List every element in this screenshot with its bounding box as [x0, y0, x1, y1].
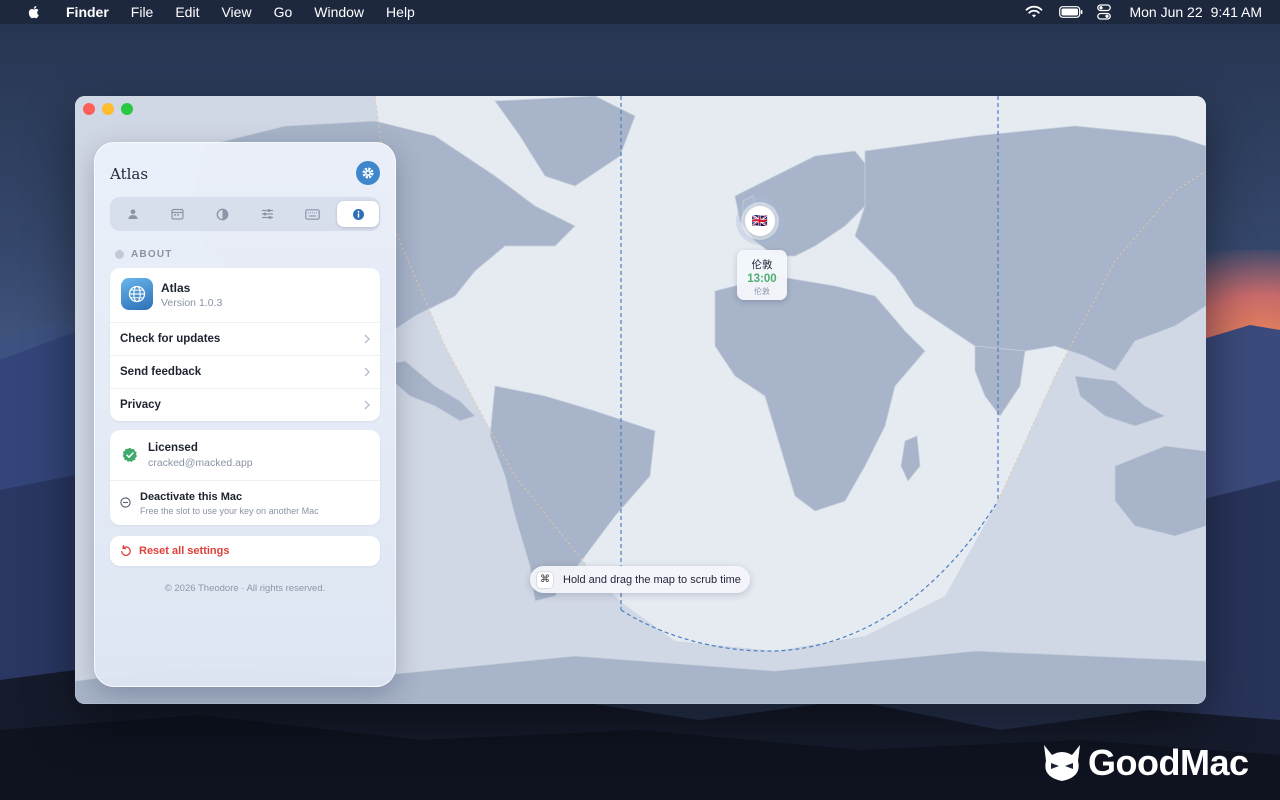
wifi-icon[interactable] [1025, 5, 1043, 19]
privacy-label: Privacy [120, 399, 161, 411]
section-label-text: ABOUT [131, 249, 173, 260]
uk-flag-icon: 🇬🇧 [751, 213, 769, 228]
sliders-icon [262, 209, 273, 219]
menu-edit[interactable]: Edit [175, 4, 199, 20]
keyboard-icon [305, 208, 320, 220]
chevron-right-icon [364, 400, 370, 410]
reset-icon [121, 545, 131, 556]
calendar-icon [171, 208, 184, 220]
city-subtitle: 伦敦 [754, 287, 770, 296]
panel-tabs [110, 197, 380, 231]
deactivate-subtitle: Free the slot to use your key on another… [140, 506, 319, 516]
control-center-icon[interactable] [1097, 4, 1112, 20]
tab-about[interactable] [337, 201, 379, 227]
app-icon [121, 278, 153, 310]
menu-time[interactable]: 9:41 AM [1211, 4, 1262, 20]
about-card: Atlas Version 1.0.3 Check for updates Se… [110, 268, 380, 421]
city-time: 13:00 [747, 273, 777, 285]
minimize-button[interactable] [102, 103, 114, 115]
gear-icon [362, 167, 374, 179]
window-controls [83, 103, 133, 115]
apple-icon[interactable] [26, 4, 42, 20]
license-email: cracked@macked.app [148, 457, 253, 469]
menu-bar: Finder File Edit View Go Window Help Mon… [0, 0, 1280, 24]
panel-title: Atlas [110, 165, 149, 183]
info-icon [352, 208, 364, 220]
reset-label: Reset all settings [139, 545, 230, 557]
watermark: GoodMac [1040, 742, 1249, 784]
battery-icon[interactable] [1059, 6, 1083, 18]
menu-help[interactable]: Help [386, 4, 415, 20]
goodmac-logo-icon [1044, 745, 1080, 781]
app-version: Version 1.0.3 [161, 297, 223, 309]
menu-window[interactable]: Window [314, 4, 364, 20]
section-label: ABOUT [115, 249, 173, 260]
tab-shortcuts[interactable] [290, 201, 335, 227]
city-time-label[interactable]: 伦敦 13:00 伦敦 [737, 250, 787, 300]
deactivate-row[interactable]: Deactivate this Mac Free the slot to use… [110, 481, 380, 525]
settings-button[interactable] [356, 161, 380, 185]
tab-calendar[interactable] [155, 201, 200, 227]
section-dot-icon [115, 250, 124, 259]
send-feedback-row[interactable]: Send feedback [110, 356, 380, 389]
deactivate-label: Deactivate this Mac [140, 491, 243, 503]
menu-go[interactable]: Go [274, 4, 293, 20]
reset-button[interactable]: Reset all settings [110, 536, 380, 566]
privacy-row[interactable]: Privacy [110, 389, 380, 421]
atlas-window: 🇬🇧 伦敦 13:00 伦敦 ⌘ Hold and drag the map t… [75, 96, 1206, 704]
person-icon [128, 209, 137, 219]
city-name: 伦敦 [751, 259, 773, 271]
menu-file[interactable]: File [131, 4, 154, 20]
menu-app-name[interactable]: Finder [66, 4, 109, 20]
menu-view[interactable]: View [221, 4, 251, 20]
globe-icon [128, 285, 146, 303]
copyright-footer: © 2026 Theodore · All rights reserved. [164, 583, 326, 594]
chevron-right-icon [364, 334, 370, 344]
check-updates-row[interactable]: Check for updates [110, 323, 380, 356]
zoom-button[interactable] [121, 103, 133, 115]
tab-appearance[interactable] [200, 201, 245, 227]
check-updates-label: Check for updates [120, 333, 221, 345]
tab-adjustments[interactable] [245, 201, 290, 227]
contrast-icon [216, 208, 229, 220]
scrub-hint-text: Hold and drag the map to scrub time [563, 573, 741, 586]
close-button[interactable] [83, 103, 95, 115]
app-name: Atlas [161, 281, 191, 295]
settings-panel: Atlas ABOUT Atlas Version 1.0.3 Check fo… [94, 142, 396, 687]
menu-date[interactable]: Mon Jun 22 [1129, 4, 1202, 20]
command-key-icon: ⌘ [537, 571, 553, 588]
minus-circle-icon [120, 497, 131, 508]
license-status-row: Licensed cracked@macked.app [110, 430, 380, 481]
tab-profile[interactable] [110, 201, 155, 227]
watermark-text: GoodMac [1088, 742, 1249, 783]
send-feedback-label: Send feedback [120, 366, 202, 378]
license-card: Licensed cracked@macked.app Deactivate t… [110, 430, 380, 525]
license-status: Licensed [148, 442, 198, 454]
city-pin-london[interactable]: 🇬🇧 [745, 206, 775, 236]
chevron-right-icon [364, 367, 370, 377]
scrub-hint: ⌘ Hold and drag the map to scrub time [530, 566, 750, 593]
app-info-row: Atlas Version 1.0.3 [110, 268, 380, 323]
verified-badge-icon [122, 447, 137, 463]
